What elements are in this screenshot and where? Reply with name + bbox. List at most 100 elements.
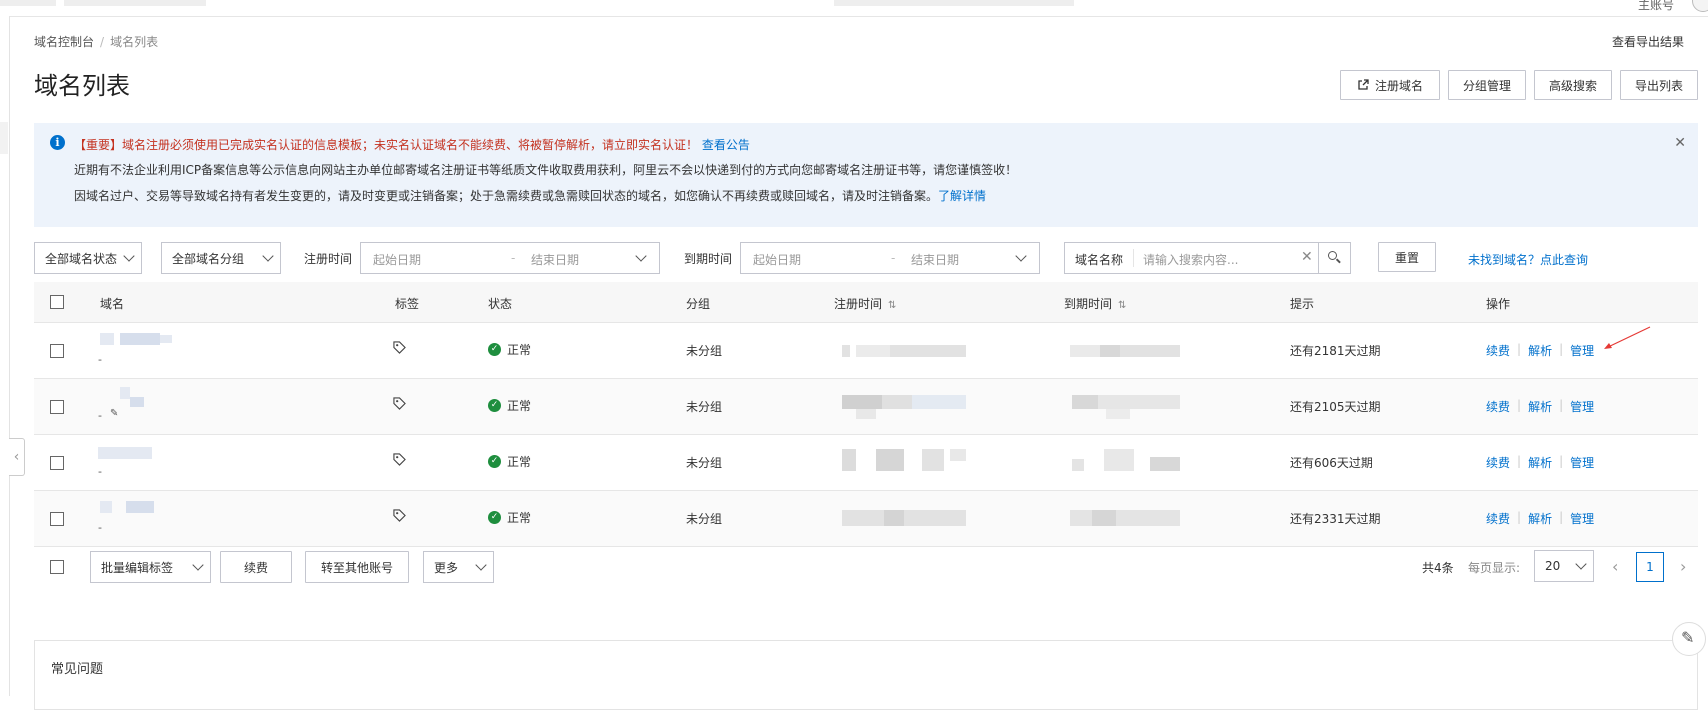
check-circle-icon: ✓ (488, 399, 501, 412)
chevron-down-icon (123, 250, 135, 262)
status-select[interactable]: 全部域名状态 (34, 242, 142, 274)
notice-details-link[interactable]: 了解详情 (938, 189, 986, 203)
reg-time-redacted (842, 345, 850, 357)
edit-icon[interactable]: ✎ (110, 408, 118, 419)
group-text: 未分组 (686, 400, 723, 414)
export-result-link[interactable]: 查看导出结果 (1612, 33, 1684, 50)
renew-link[interactable]: 续费 (1486, 398, 1510, 415)
top-search-placeholder[interactable] (834, 0, 1074, 6)
dns-link[interactable]: 解析 (1528, 398, 1552, 415)
dns-link[interactable]: 解析 (1528, 510, 1552, 527)
group-manage-button[interactable]: 分组管理 (1447, 70, 1526, 100)
manage-link[interactable]: 管理 (1570, 342, 1594, 359)
row-actions: 续费 | 解析 | 管理 (1486, 398, 1595, 415)
reg-date-range[interactable]: 起始日期 - 结束日期 (360, 242, 660, 274)
col-group: 分组 (686, 297, 711, 311)
tag-icon[interactable] (393, 397, 406, 410)
filter-bar: 全部域名状态 全部域名分组 注册时间 起始日期 - 结束日期 到期时间 起始日期… (34, 242, 1694, 274)
reg-time-redacted (842, 449, 856, 471)
group-text: 未分组 (686, 344, 723, 358)
domain-name-redacted[interactable] (100, 333, 114, 345)
reg-start-date[interactable]: 起始日期 (373, 251, 421, 268)
chevron-down-icon (475, 559, 487, 571)
per-page-label: 每页显示: (1468, 561, 1521, 575)
expiry-hint: 还有2181天过期 (1290, 344, 1381, 358)
more-label: 更多 (434, 560, 459, 575)
select-all-checkbox-bottom[interactable] (50, 560, 64, 574)
domain-name-redacted[interactable] (100, 501, 112, 513)
row-checkbox[interactable] (50, 344, 64, 358)
manage-link[interactable]: 管理 (1570, 398, 1594, 415)
status-badge: ✓ 正常 (488, 453, 531, 470)
notice-announcement-link[interactable]: 查看公告 (702, 138, 750, 152)
more-select[interactable]: 更多 (423, 551, 494, 583)
renew-link[interactable]: 续费 (1486, 454, 1510, 471)
check-circle-icon: ✓ (488, 455, 501, 468)
search-input[interactable]: 请输入搜索内容... (1143, 251, 1238, 268)
reset-button[interactable]: 重置 (1378, 242, 1436, 272)
close-icon[interactable]: ✕ (1674, 135, 1686, 151)
per-page-select[interactable]: 20 (1534, 550, 1594, 582)
reg-end-date[interactable]: 结束日期 (531, 251, 579, 268)
page-number[interactable]: 1 (1636, 552, 1664, 582)
sort-icon: ⇅ (1118, 300, 1127, 311)
transfer-account-button[interactable]: 转至其他账号 (305, 551, 409, 583)
dns-link[interactable]: 解析 (1528, 454, 1552, 471)
breadcrumb: 域名控制台 / 域名列表 (34, 35, 159, 49)
notice-filing: 因域名过户、交易等导致域名持有者发生变更的，请及时变更或注销备案；处于急需续费或… (74, 189, 939, 203)
exp-end-date[interactable]: 结束日期 (911, 251, 959, 268)
clear-icon[interactable]: ✕ (1301, 249, 1313, 265)
sidebar-collapse-button[interactable]: ‹ (9, 438, 25, 476)
edit-icon: ✎ (1681, 628, 1695, 647)
domain-remark: - (98, 409, 102, 422)
account-label[interactable]: 主账号 (1638, 0, 1674, 13)
search-field-select[interactable]: 域名名称 (1075, 251, 1123, 268)
feedback-edit-button[interactable]: ✎ (1672, 622, 1706, 656)
avatar[interactable] (1692, 0, 1708, 12)
status-badge: ✓ 正常 (488, 397, 531, 414)
domain-name-redacted[interactable] (98, 447, 152, 459)
row-checkbox[interactable] (50, 512, 64, 526)
col-reg-time[interactable]: 注册时间 ⇅ (834, 295, 896, 312)
exp-date-range[interactable]: 起始日期 - 结束日期 (740, 242, 1040, 274)
row-checkbox[interactable] (50, 456, 64, 470)
col-exp-time[interactable]: 到期时间 ⇅ (1064, 295, 1126, 312)
domain-remark: - (98, 353, 102, 366)
dns-link[interactable]: 解析 (1528, 342, 1552, 359)
renew-link[interactable]: 续费 (1486, 342, 1510, 359)
external-link-icon (1358, 79, 1369, 90)
row-actions: 续费 | 解析 | 管理 (1486, 454, 1595, 471)
breadcrumb-root[interactable]: 域名控制台 (34, 35, 94, 49)
manage-link[interactable]: 管理 (1570, 454, 1594, 471)
batch-tag-select[interactable]: 批量编辑标签 (90, 551, 211, 583)
select-all-checkbox[interactable] (50, 295, 64, 309)
sidebar-edge (0, 16, 10, 696)
domain-name-redacted[interactable] (120, 387, 130, 399)
domain-search: 域名名称 请输入搜索内容... ✕ (1064, 242, 1351, 274)
top-nav-placeholder (64, 0, 206, 6)
row-checkbox[interactable] (50, 400, 64, 414)
per-page-value: 20 (1545, 559, 1561, 573)
batch-renew-button[interactable]: 续费 (220, 551, 292, 583)
domain-lookup-link[interactable]: 未找到域名？点此查询 (1468, 251, 1588, 268)
register-domain-button[interactable]: 注册域名 (1339, 70, 1440, 100)
manage-link[interactable]: 管理 (1570, 510, 1594, 527)
notice-important: 【重要】域名注册必须使用已完成实名认证的信息模板；未实名认证域名不能续费、将被暂… (74, 138, 699, 152)
register-domain-label: 注册域名 (1374, 78, 1423, 93)
tag-icon[interactable] (393, 341, 406, 354)
search-button[interactable] (1318, 243, 1350, 273)
next-page-icon[interactable]: › (1680, 557, 1686, 576)
exp-start-date[interactable]: 起始日期 (753, 251, 801, 268)
renew-link[interactable]: 续费 (1486, 510, 1510, 527)
export-list-button[interactable]: 导出列表 (1619, 70, 1698, 100)
table-header: 域名 标签 状态 分组 注册时间 ⇅ 到期时间 ⇅ 提示 操作 (34, 282, 1698, 323)
header-actions: 注册域名 分组管理 高级搜索 导出列表 (1339, 70, 1698, 100)
prev-page-icon[interactable]: ‹ (1612, 557, 1618, 576)
col-domain: 域名 (100, 297, 125, 311)
tag-icon[interactable] (393, 453, 406, 466)
group-select[interactable]: 全部域名分组 (161, 242, 281, 274)
status-select-value: 全部域名状态 (45, 251, 118, 266)
advanced-search-button[interactable]: 高级搜索 (1533, 70, 1612, 100)
exp-time-redacted (1070, 345, 1100, 357)
tag-icon[interactable] (393, 509, 406, 522)
